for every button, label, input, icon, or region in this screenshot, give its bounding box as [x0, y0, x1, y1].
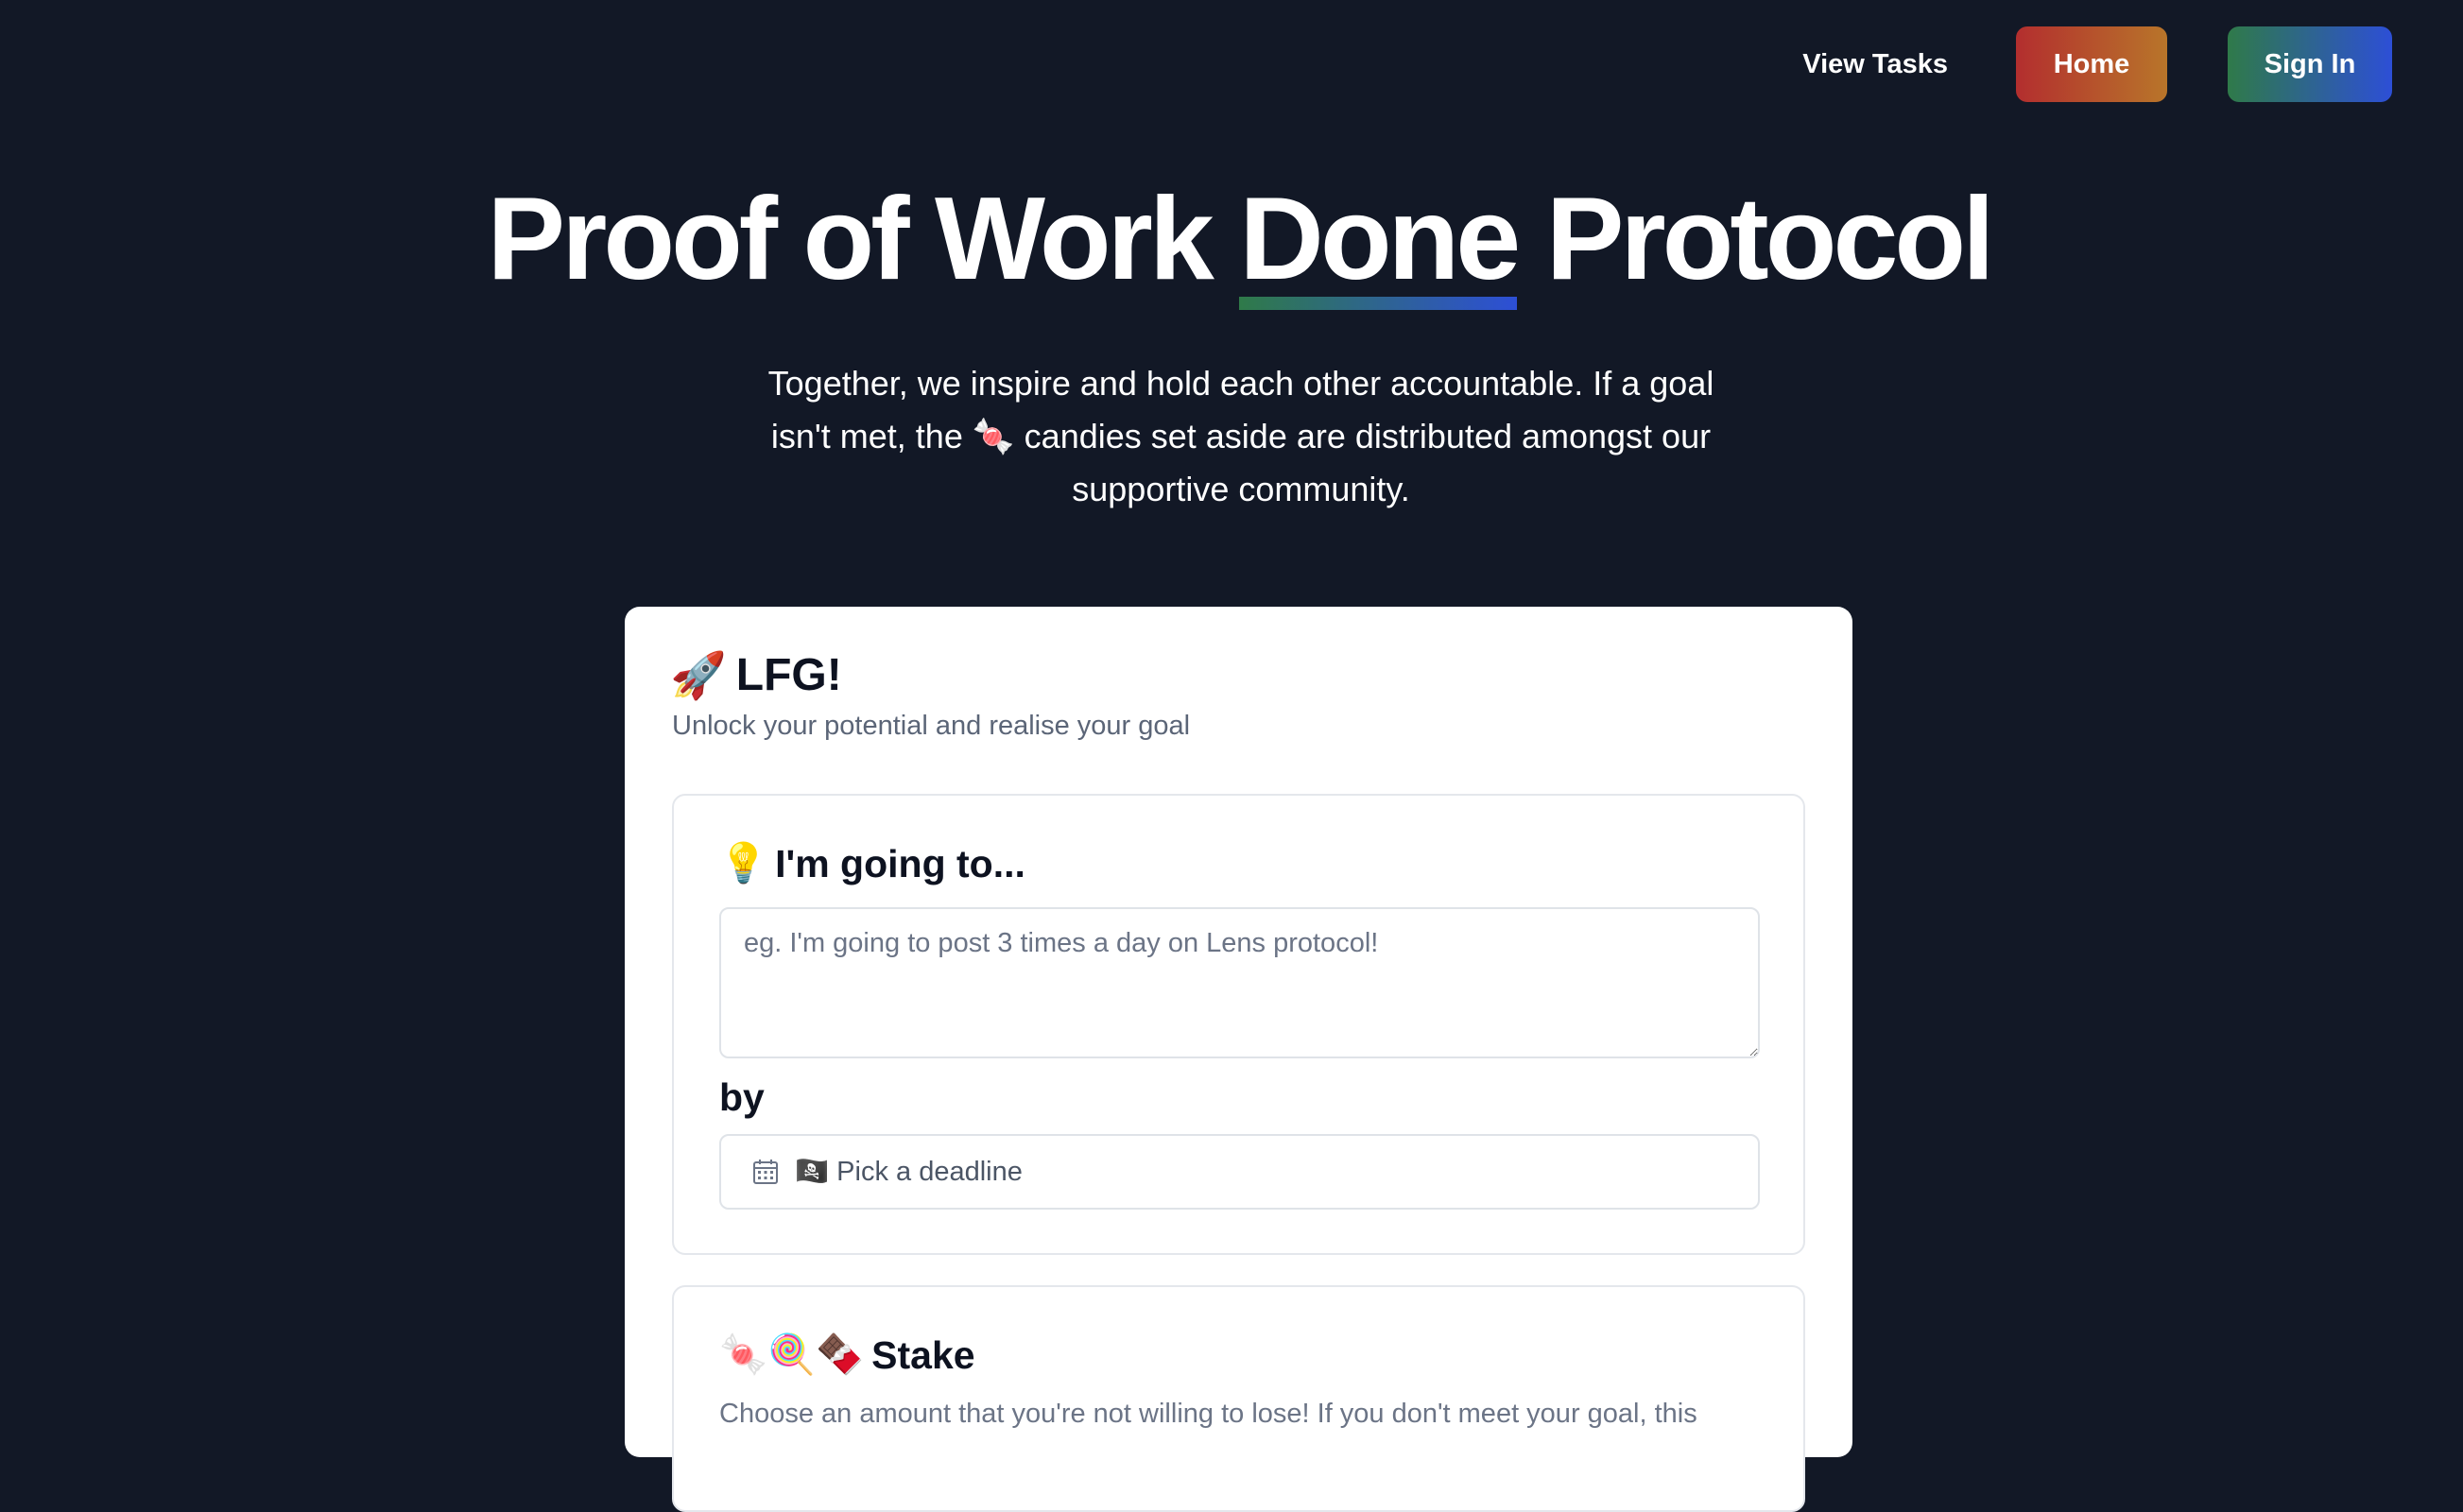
stake-heading-text: Stake [871, 1332, 975, 1377]
goal-heading: 💡 I'm going to... [719, 841, 1025, 886]
stake-heading: 🍬🍭🍫 Stake [719, 1332, 975, 1378]
title-part-1: Proof of Work [487, 174, 1240, 304]
deadline-picker[interactable]: 🏴‍☠️ Pick a deadline [719, 1134, 1760, 1210]
goal-section: 💡 I'm going to... by 🏴‍☠️ [672, 794, 1805, 1255]
sign-in-button[interactable]: Sign In [2228, 26, 2392, 102]
hero-subtitle: Together, we inspire and hold each other… [767, 364, 1714, 508]
calendar-icon [751, 1158, 780, 1186]
by-label: by [719, 1075, 765, 1119]
candy-icons: 🍬🍭🍫 [719, 1332, 865, 1376]
lightbulb-icon: 💡 [719, 841, 768, 885]
page-title: Proof of Work Done Protocol [0, 168, 2463, 310]
deadline-placeholder: 🏴‍☠️ Pick a deadline [795, 1156, 1023, 1188]
home-button[interactable]: Home [2016, 26, 2167, 102]
rocket-icon: 🚀 [670, 651, 727, 701]
stake-description: Choose an amount that you're not willing… [719, 1399, 1697, 1429]
stake-section: 🍬🍭🍫 Stake Choose an amount that you're n… [672, 1285, 1805, 1512]
title-part-2: Protocol [1517, 174, 1995, 304]
deadline-placeholder-text: Pick a deadline [836, 1157, 1023, 1187]
view-tasks-link[interactable]: View Tasks [1795, 49, 1955, 80]
card-title-text: LFG! [735, 650, 842, 700]
goal-card: 🚀 LFG! Unlock your potential and realise… [625, 607, 1852, 1512]
title-highlight: Done [1239, 168, 1521, 310]
top-nav: View Tasks Home Sign In [1795, 26, 2392, 102]
pirate-flag-icon: 🏴‍☠️ [795, 1157, 830, 1187]
card-subtitle: Unlock your potential and realise your g… [672, 711, 1191, 741]
card-title: 🚀 LFG! [670, 648, 842, 702]
goal-heading-text: I'm going to... [775, 841, 1025, 885]
goal-input[interactable] [719, 907, 1760, 1058]
